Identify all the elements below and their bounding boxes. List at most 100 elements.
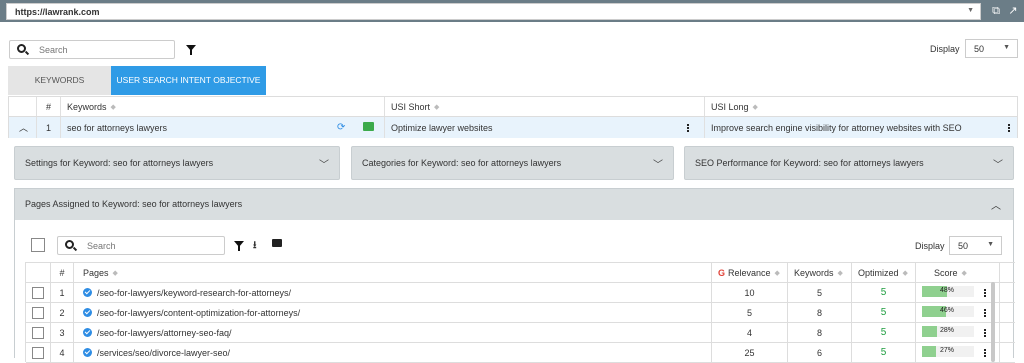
col-score-header[interactable]: Score ◆: [916, 263, 1000, 282]
pages-display-value: 50: [958, 241, 969, 251]
col-usi-long-header[interactable]: USI Long ◆: [705, 97, 1019, 116]
optimized-cell: 5: [852, 343, 916, 362]
scrollbar[interactable]: [991, 282, 995, 362]
tab-keywords[interactable]: KEYWORDS: [8, 66, 111, 95]
more-options-icon[interactable]: [984, 349, 986, 357]
page-path[interactable]: /seo-for-lawyers/attorney-seo-faq/: [97, 328, 232, 338]
copy-icon[interactable]: ⧉: [990, 5, 1002, 17]
relevance-value: 10: [744, 287, 755, 298]
search-icon: [65, 240, 74, 249]
print-icon[interactable]: [272, 239, 282, 247]
row-checkbox[interactable]: [32, 306, 44, 319]
table-row[interactable]: 2 /seo-for-lawyers/content-optimization-…: [26, 303, 1015, 323]
filter-icon[interactable]: [186, 45, 196, 55]
optimized-value: 5: [880, 327, 887, 338]
pages-search-input[interactable]: Search: [57, 236, 225, 255]
keywords-cell: 8: [788, 323, 852, 342]
sort-icon[interactable]: ◆: [113, 269, 118, 277]
keywords-grid-header: # Keywords ◆ USI Short ◆ USI Long ◆: [9, 97, 1017, 117]
row-num-text: 4: [59, 347, 65, 358]
sort-icon[interactable]: ◆: [838, 269, 843, 277]
usi-short-cell[interactable]: Optimize lawyer websites: [385, 117, 705, 138]
seo-performance-panel[interactable]: SEO Performance for Keyword: seo for att…: [684, 146, 1014, 180]
display-select[interactable]: 50 ▼: [965, 39, 1018, 58]
chevron-up-icon[interactable]: ︿: [991, 197, 1001, 212]
chart-icon[interactable]: [363, 122, 374, 131]
chevron-up-icon[interactable]: ︿: [19, 121, 28, 134]
relevance-cell: 5: [712, 303, 788, 322]
sort-icon[interactable]: ◆: [434, 103, 439, 111]
page-cell[interactable]: /seo-for-lawyers/content-optimization-fo…: [74, 303, 712, 322]
download-icon[interactable]: ⭳: [253, 238, 257, 255]
row-num: 2: [51, 303, 74, 322]
score-bar: 48%: [922, 286, 974, 297]
row-num-text: 1: [59, 287, 65, 298]
search-input[interactable]: Search: [9, 40, 175, 59]
table-row[interactable]: 1 /seo-for-lawyers/keyword-research-for-…: [26, 283, 1015, 303]
filter-icon[interactable]: [234, 241, 244, 251]
sort-icon[interactable]: ◆: [753, 103, 758, 111]
refresh-icon[interactable]: ⟳: [337, 122, 345, 133]
keyword-cell[interactable]: seo for attorneys lawyers ⟳: [61, 117, 385, 138]
page-cell[interactable]: /services/seo/divorce-lawyer-seo/: [74, 343, 712, 362]
more-options-icon[interactable]: [1008, 124, 1010, 132]
more-options-icon[interactable]: [984, 289, 986, 297]
relevance-value: 4: [746, 327, 752, 338]
chevron-down-icon[interactable]: ﹀: [653, 156, 663, 171]
page-path[interactable]: /seo-for-lawyers/content-optimization-fo…: [97, 308, 300, 318]
score-text: 46%: [940, 307, 955, 314]
col-optimized-header[interactable]: Optimized ◆: [852, 263, 916, 282]
col-usi-short-header[interactable]: USI Short ◆: [385, 97, 705, 116]
browser-bar: https://lawrank.com ▼ ⧉ ↗: [0, 0, 1024, 22]
page-cell[interactable]: /seo-for-lawyers/keyword-research-for-at…: [74, 283, 712, 302]
sort-icon[interactable]: ◆: [962, 269, 967, 277]
row-checkbox[interactable]: [32, 326, 44, 339]
chevron-down-icon[interactable]: ﹀: [319, 156, 329, 171]
score-cell: 48%: [916, 283, 1000, 302]
optimized-cell: 5: [852, 303, 916, 322]
col-keywords-header[interactable]: Keywords ◆: [61, 97, 385, 116]
more-options-icon[interactable]: [984, 329, 986, 337]
col-select-header: [26, 263, 51, 282]
sort-icon[interactable]: ◆: [775, 269, 780, 277]
chevron-down-icon[interactable]: ﹀: [993, 156, 1003, 171]
search-placeholder: Search: [39, 45, 68, 55]
pages-panel-header[interactable]: Pages Assigned to Keyword: seo for attor…: [15, 189, 1013, 220]
url-dropdown-icon[interactable]: ▼: [967, 7, 974, 14]
table-row[interactable]: 4 /services/seo/divorce-lawyer-seo/ 25 6…: [26, 343, 1015, 363]
pages-panel-body: Search ⭳ Display 50 ▼ # Pages ◆ G Relevanc…: [15, 220, 1015, 363]
keyword-row[interactable]: ︿ 1 seo for attorneys lawyers ⟳ Optimize…: [9, 117, 1017, 138]
col-num-header: #: [51, 263, 74, 282]
col-relevance-header[interactable]: G Relevance ◆: [712, 263, 788, 282]
external-link-icon[interactable]: ↗: [1007, 5, 1019, 17]
more-options-icon[interactable]: [687, 124, 689, 132]
sort-icon[interactable]: ◆: [903, 269, 908, 277]
optimized-value: 5: [880, 307, 887, 318]
col-pages-header[interactable]: Pages ◆: [74, 263, 712, 282]
usi-long-cell[interactable]: Improve search engine visibility for att…: [705, 117, 1019, 138]
more-options-icon[interactable]: [984, 309, 986, 317]
categories-panel[interactable]: Categories for Keyword: seo for attorney…: [351, 146, 674, 180]
verified-check-icon: [83, 308, 92, 317]
pages-search-placeholder: Search: [87, 241, 116, 251]
page-path[interactable]: /services/seo/divorce-lawyer-seo/: [97, 348, 230, 358]
col-score-label: Score: [934, 267, 958, 278]
settings-panel[interactable]: Settings for Keyword: seo for attorneys …: [14, 146, 340, 180]
page-path[interactable]: /seo-for-lawyers/keyword-research-for-at…: [97, 288, 291, 298]
sort-icon[interactable]: ◆: [111, 103, 116, 111]
select-all-checkbox[interactable]: [31, 238, 45, 252]
table-row[interactable]: 3 /seo-for-lawyers/attorney-seo-faq/ 4 8…: [26, 323, 1015, 343]
col-keywords-header[interactable]: Keywords ◆: [788, 263, 852, 282]
relevance-cell: 4: [712, 323, 788, 342]
pages-panel: Pages Assigned to Keyword: seo for attor…: [14, 188, 1015, 363]
row-num: 1: [51, 283, 74, 302]
url-field[interactable]: https://lawrank.com ▼: [6, 3, 981, 20]
collapse-row-button[interactable]: ︿: [9, 117, 37, 138]
pages-display-select[interactable]: 50 ▼: [949, 236, 1002, 255]
col-optimized-label: Optimized: [858, 267, 899, 278]
tab-user-search-intent-objective[interactable]: USER SEARCH INTENT OBJECTIVE: [111, 66, 266, 95]
row-checkbox[interactable]: [32, 286, 44, 299]
score-text: 28%: [940, 327, 955, 334]
score-bar: 27%: [922, 346, 974, 357]
page-cell[interactable]: /seo-for-lawyers/attorney-seo-faq/: [74, 323, 712, 342]
